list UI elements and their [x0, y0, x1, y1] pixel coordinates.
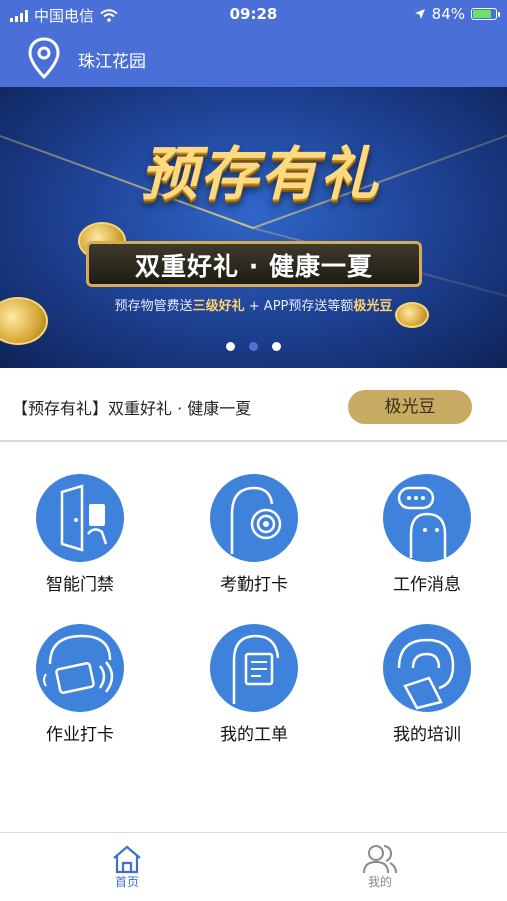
feature-training[interactable]: 我的培训	[362, 624, 492, 745]
home-icon	[113, 845, 141, 874]
tab-mine[interactable]: 我的	[320, 833, 440, 890]
feature-work-order[interactable]: 我的工单	[189, 624, 319, 745]
notice-bar: 【预存有礼】双重好礼 · 健康一夏 极光豆	[0, 368, 507, 442]
location-pin-icon[interactable]	[26, 36, 62, 80]
tab-home-label: 首页	[114, 875, 139, 889]
aurora-beans-button[interactable]: 极光豆	[348, 390, 472, 424]
promo-banner[interactable]: 预存有礼 双重好礼 · 健康一夏 预存物管费送三级好礼 + APP预存送等额极光…	[0, 87, 507, 368]
tab-home[interactable]: 首页	[67, 833, 187, 890]
banner-subheadline: 双重好礼 · 健康一夏	[135, 252, 373, 281]
location-name[interactable]: 珠江花园	[78, 47, 146, 72]
bottom-tab-bar: 首页 我的	[0, 832, 507, 901]
feature-label: 智能门禁	[46, 575, 114, 595]
feature-smart-door[interactable]: 智能门禁	[15, 474, 145, 595]
feature-label: 作业打卡	[46, 725, 114, 745]
feature-label: 工作消息	[393, 575, 461, 595]
banner-promo-text: 预存物管费送三级好礼 + APP预存送等额极光豆	[0, 295, 507, 314]
feature-label: 我的培训	[393, 725, 461, 745]
task-checkin-card-icon	[36, 624, 124, 712]
location-arrow-icon	[414, 9, 425, 19]
battery-icon	[471, 8, 500, 20]
users-icon	[363, 845, 397, 874]
promo-prefix: 预存物管费送	[114, 299, 193, 314]
carousel-indicator	[0, 342, 507, 351]
feature-task-checkin[interactable]: 作业打卡	[15, 624, 145, 745]
banner-headline: 预存有礼	[139, 140, 380, 208]
carousel-dot[interactable]	[272, 342, 281, 351]
status-right: 84%	[414, 5, 500, 23]
feature-attendance[interactable]: 考勤打卡	[189, 474, 319, 595]
app-header: 珠江花园	[0, 30, 507, 87]
training-icon	[383, 624, 471, 712]
status-bar: 中国电信 09:28 84%	[0, 0, 507, 30]
tab-mine-label: 我的	[367, 875, 392, 889]
work-order-icon	[210, 624, 298, 712]
promo-highlight-beans: 极光豆	[353, 299, 393, 314]
notice-text[interactable]: 【预存有礼】双重好礼 · 健康一夏	[12, 395, 251, 419]
feature-label: 我的工单	[220, 725, 288, 745]
feature-label: 考勤打卡	[220, 575, 288, 595]
work-message-icon	[383, 474, 471, 562]
promo-highlight-gifts: 三级好礼	[192, 299, 245, 314]
battery-percent: 84%	[431, 5, 465, 23]
attendance-fingerprint-icon	[210, 474, 298, 562]
promo-mid: + APP预存送等额	[244, 299, 354, 314]
feature-work-message[interactable]: 工作消息	[362, 474, 492, 595]
smart-door-access-icon	[36, 474, 124, 562]
carousel-dot-active[interactable]	[249, 342, 258, 351]
carousel-dot[interactable]	[226, 342, 235, 351]
